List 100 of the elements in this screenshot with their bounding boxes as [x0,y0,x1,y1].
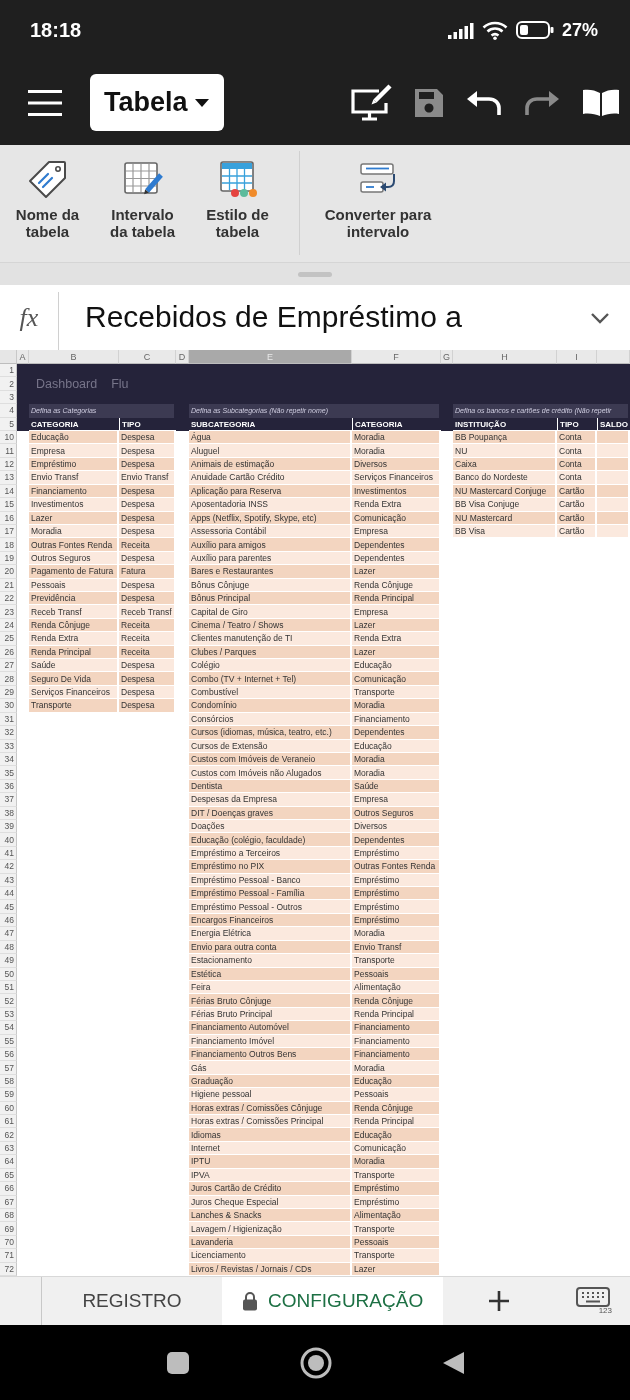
row-header[interactable]: 40 [0,833,17,847]
row-header[interactable]: 69 [0,1222,17,1236]
column-header[interactable]: B [29,350,119,364]
table-cell: Transporte [352,1222,441,1236]
table-cell: Pessoais [352,1088,441,1102]
table-cell: Receita [119,538,176,552]
column-header[interactable]: I [557,350,597,364]
table-cell: Receb Transf [119,605,176,619]
row-header[interactable]: 49 [0,954,17,968]
table-style-button[interactable]: Estilo de tabela [190,145,285,240]
row-header[interactable]: 44 [0,887,17,901]
row-header[interactable]: 61 [0,1115,17,1129]
table-cell: Anuidade Cartão Crédito [189,471,352,485]
row-header[interactable]: 64 [0,1155,17,1169]
table-cell [597,498,630,512]
convert-to-range-button[interactable]: Converter para intervalo [300,145,456,240]
row-header[interactable]: 2 [0,377,17,391]
row-header[interactable]: 28 [0,672,17,686]
row-header[interactable]: 25 [0,632,17,646]
row-header[interactable]: 54 [0,1021,17,1035]
table-cell: Cursos (idiomas, música, teatro, etc.) [189,726,352,740]
row-header[interactable]: 39 [0,820,17,834]
row-header[interactable]: 18 [0,538,17,552]
recents-icon[interactable] [166,1350,190,1375]
table-cell: Colégio [189,659,352,673]
table-cell: Despesa [119,659,176,673]
table-cell [597,471,630,485]
table-cell: Previdência [29,592,119,606]
formula-field[interactable]: Recebidos de Empréstimo a [59,285,462,335]
clock-time: 18:18 [30,18,82,42]
table-cell: Moradia [352,444,441,458]
row-header[interactable]: 45 [0,900,17,914]
row-header[interactable]: 15 [0,498,17,512]
drag-handle[interactable] [298,271,332,277]
column-header[interactable]: D [176,350,189,364]
row-header[interactable]: 22 [0,592,17,606]
keyboard-button[interactable]: 123 [555,1277,630,1325]
sheet-tab[interactable]: REGISTRO [42,1277,222,1325]
row-header[interactable]: 42 [0,860,17,874]
row-header[interactable]: 52 [0,994,17,1008]
row-header[interactable]: 71 [0,1249,17,1263]
row-header[interactable]: 10 [0,431,17,445]
table-cell: Férias Bruto Cônjuge [189,994,352,1008]
row-header[interactable]: 47 [0,927,17,941]
row-header[interactable]: 23 [0,605,17,619]
table-cell: Custos com Imóveis não Alugados [189,766,352,780]
column-header[interactable]: H [453,350,557,364]
table-cell: Cartão [557,498,597,512]
row-header[interactable]: 11 [0,444,17,458]
row-header[interactable]: 32 [0,726,17,740]
table-cell: Empréstimo Pessoal - Outros [189,900,352,914]
column-header[interactable]: A [17,350,29,364]
row-header[interactable]: 56 [0,1048,17,1062]
row-header[interactable]: 4 [0,404,17,418]
table-cell: Transporte [29,699,119,713]
table-cell: Financiamento Automóvel [189,1021,352,1035]
monitor-pen-icon[interactable] [350,83,392,122]
table-cell: Renda Extra [352,632,441,646]
plus-icon[interactable] [489,1291,510,1311]
table-cell: Moradia [352,927,441,941]
chevron-down-icon[interactable] [590,312,610,324]
table-name-button[interactable]: Nome da tabela [0,145,95,240]
row-header[interactable]: 20 [0,565,17,579]
table-cell: Conta [557,444,597,458]
table-cell: Água [189,431,352,445]
table-cell: Despesas da Empresa [189,793,352,807]
table-cell: Financiamento [352,1021,441,1035]
home-icon[interactable] [300,1346,332,1379]
row-header[interactable]: 30 [0,699,17,713]
open-book-icon[interactable] [582,87,620,118]
menu-icon[interactable] [28,89,62,116]
row-header[interactable]: 1 [0,364,17,378]
row-header[interactable]: 37 [0,793,17,807]
table-cell: Empresa [352,793,441,807]
table-cell: BB Visa Conjuge [453,498,557,512]
row-header[interactable]: 13 [0,471,17,485]
table-cell: Despesa [119,431,176,445]
sheet-tab[interactable]: CONFIGURAÇÃO [222,1277,444,1325]
column-header[interactable]: G [441,350,453,364]
table-cell: Renda Principal [352,1115,441,1129]
table-cell: Renda Extra [29,632,119,646]
ribbon-tab-dropdown[interactable]: Tabela [90,74,224,131]
row-header[interactable]: 57 [0,1061,17,1075]
table-cell: Renda Extra [352,498,441,512]
table-cell: Auxílio para amigos [189,538,352,552]
column-header[interactable]: F [352,350,441,364]
column-header[interactable]: C [119,350,176,364]
table-cell: Transporte [352,1249,441,1263]
table-range-button[interactable]: Intervalo da tabela [95,145,190,240]
row-header[interactable]: 27 [0,659,17,673]
table-cell: Dependentes [352,833,441,847]
table-cell: Moradia [352,766,441,780]
row-header[interactable]: 59 [0,1088,17,1102]
row-header[interactable]: 66 [0,1182,17,1196]
undo-icon[interactable] [466,89,502,116]
row-header[interactable]: 62 [0,1128,17,1142]
row-header[interactable]: 35 [0,766,17,780]
table-cell: Horas extras / Comissões Principal [189,1115,352,1129]
back-icon[interactable] [442,1350,464,1375]
table-cell: Outras Fontes Renda [29,538,119,552]
